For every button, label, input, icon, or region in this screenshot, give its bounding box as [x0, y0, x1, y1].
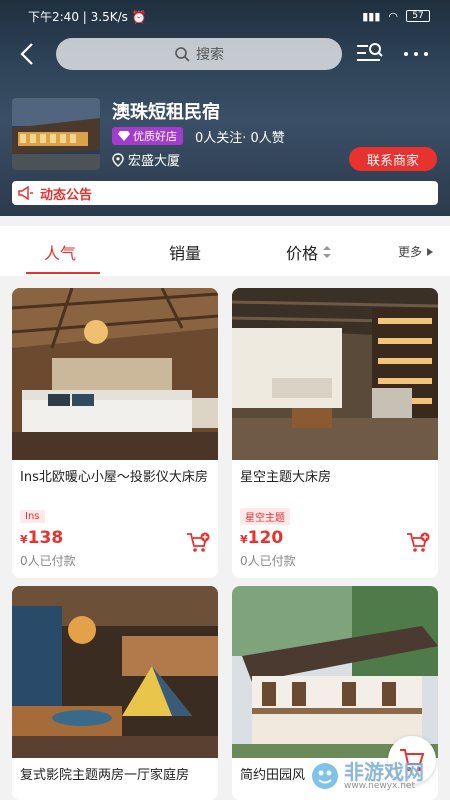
- search-placeholder: 搜索: [196, 47, 224, 63]
- megaphone-icon: [18, 186, 33, 200]
- add-to-cart-button[interactable]: [406, 532, 430, 554]
- product-price: ¥138: [20, 528, 64, 548]
- product-card[interactable]: 星空主题大床房 星空主题 ¥120 0人已付款: [232, 288, 438, 578]
- search-input[interactable]: 搜索: [56, 38, 342, 70]
- status-bar: 下午2:40 | 3.5K/s ⏰ ▮▮▮ ◠ 57: [28, 6, 430, 26]
- shop-name: 澳珠短租民宿: [112, 102, 220, 123]
- product-image: [12, 586, 218, 758]
- category-search-icon: [357, 43, 383, 61]
- shop-address: 宏盛大厦: [112, 150, 180, 169]
- status-time-speed: 下午2:40 | 3.5K/s ⏰: [28, 9, 147, 24]
- product-price: ¥120: [240, 528, 284, 548]
- product-tag: Ins: [20, 510, 45, 523]
- triangle-right-icon: [427, 247, 433, 256]
- tab-sales[interactable]: 销量: [169, 240, 201, 264]
- product-card[interactable]: Ins北欧暖心小屋～投影仪大床房 Ins ¥138 0人已付款: [12, 288, 218, 578]
- contact-merchant-button[interactable]: 联系商家: [349, 147, 437, 171]
- wifi-icon: ◠: [388, 9, 398, 23]
- product-tag: 星空主题: [240, 508, 290, 525]
- back-arrow-icon: [20, 43, 33, 65]
- tab-popular[interactable]: 人气: [44, 240, 76, 264]
- sort-bar: 人气 销量 价格 更多: [0, 226, 450, 276]
- signal-icon: ▮▮▮: [362, 9, 381, 23]
- shop-thumbnail: [12, 98, 100, 170]
- sold-count: 0人已付款: [20, 554, 76, 568]
- cart-plus-icon: [407, 532, 430, 552]
- battery-icon: 57: [406, 10, 430, 22]
- category-search-button[interactable]: [354, 40, 384, 68]
- location-pin-icon: [112, 152, 124, 167]
- announcement-bar[interactable]: 动态公告: [12, 181, 438, 205]
- watermark: 非游戏网 www.newyx.net: [310, 752, 450, 800]
- more-options-icon[interactable]: [404, 44, 438, 64]
- back-button[interactable]: [14, 40, 42, 68]
- sold-count: 0人已付款: [240, 554, 296, 568]
- alarm-icon: ⏰: [131, 9, 147, 24]
- product-image: [232, 586, 438, 758]
- product-card[interactable]: 复式影院主题两房一厅家庭房: [12, 586, 218, 800]
- more-sort-button[interactable]: 更多: [398, 243, 434, 260]
- add-to-cart-button[interactable]: [186, 532, 210, 554]
- search-icon: [175, 47, 190, 62]
- follow-like-count: 0人关注· 0人赞: [195, 131, 285, 146]
- product-image: [12, 288, 218, 460]
- top-bar: 搜索: [0, 36, 450, 72]
- product-title: Ins北欧暖心小屋～投影仪大床房: [20, 470, 208, 485]
- product-title: 复式影院主题两房一厅家庭房: [20, 768, 190, 783]
- quality-shop-badge: 优质好店: [112, 127, 183, 145]
- active-tab-indicator: [26, 272, 100, 274]
- product-title: 星空主题大床房: [240, 470, 332, 485]
- watermark-text: 非游戏网: [344, 759, 424, 784]
- cart-plus-icon: [187, 532, 210, 552]
- diamond-icon: [118, 131, 130, 141]
- tab-price[interactable]: 价格: [286, 240, 332, 264]
- watermark-url: www.newyx.net: [344, 780, 416, 791]
- watermark-logo: [312, 763, 338, 789]
- sort-arrows-icon: [323, 246, 332, 258]
- product-image: [232, 288, 438, 460]
